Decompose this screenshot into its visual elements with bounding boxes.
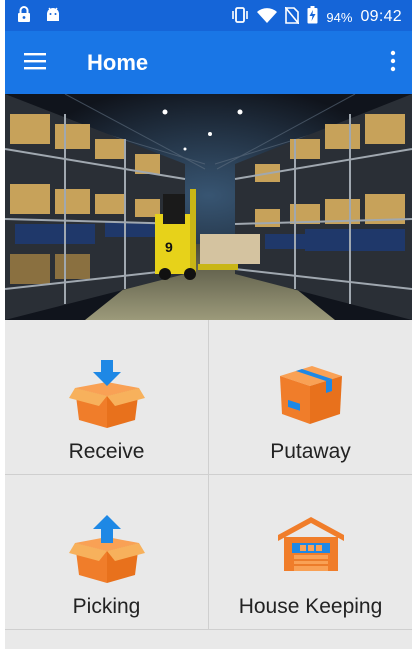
grid-divider [5, 629, 412, 630]
picking-label: Picking [72, 595, 141, 618]
house-keeping-tile[interactable]: House Keeping [209, 475, 412, 629]
closed-box-icon [279, 366, 342, 424]
lock-icon [17, 6, 31, 28]
action-grid: Receive Putaway Picking House Keeping [5, 320, 412, 630]
wifi-icon [257, 7, 278, 27]
box-arrow-down-icon [68, 360, 145, 428]
box-arrow-up-icon [68, 515, 145, 583]
putaway-tile[interactable]: Putaway [209, 320, 412, 474]
warehouse-icon [277, 517, 344, 571]
more-vertical-icon[interactable] [388, 49, 398, 73]
page-title: Home [87, 50, 149, 75]
android-icon [45, 7, 61, 27]
app-screen: 94% 09:42 Home 9 Receive Putaway Picking… [5, 0, 412, 649]
receive-tile[interactable]: Receive [5, 320, 208, 474]
status-bar: 94% 09:42 [5, 0, 412, 31]
putaway-label: Putaway [270, 440, 351, 463]
status-time: 09:42 [360, 8, 402, 25]
battery-percent: 94% [326, 9, 353, 25]
svg-text:9: 9 [165, 239, 173, 255]
vibrate-icon [231, 7, 249, 27]
house-keeping-label: House Keeping [238, 595, 383, 618]
picking-tile[interactable]: Picking [5, 475, 208, 629]
hamburger-menu-icon[interactable] [23, 51, 47, 71]
no-sim-icon [284, 5, 301, 28]
receive-label: Receive [68, 440, 145, 463]
battery-charging-icon [307, 6, 318, 28]
warehouse-banner-image: 9 [5, 94, 412, 320]
app-bar: Home [5, 31, 412, 94]
